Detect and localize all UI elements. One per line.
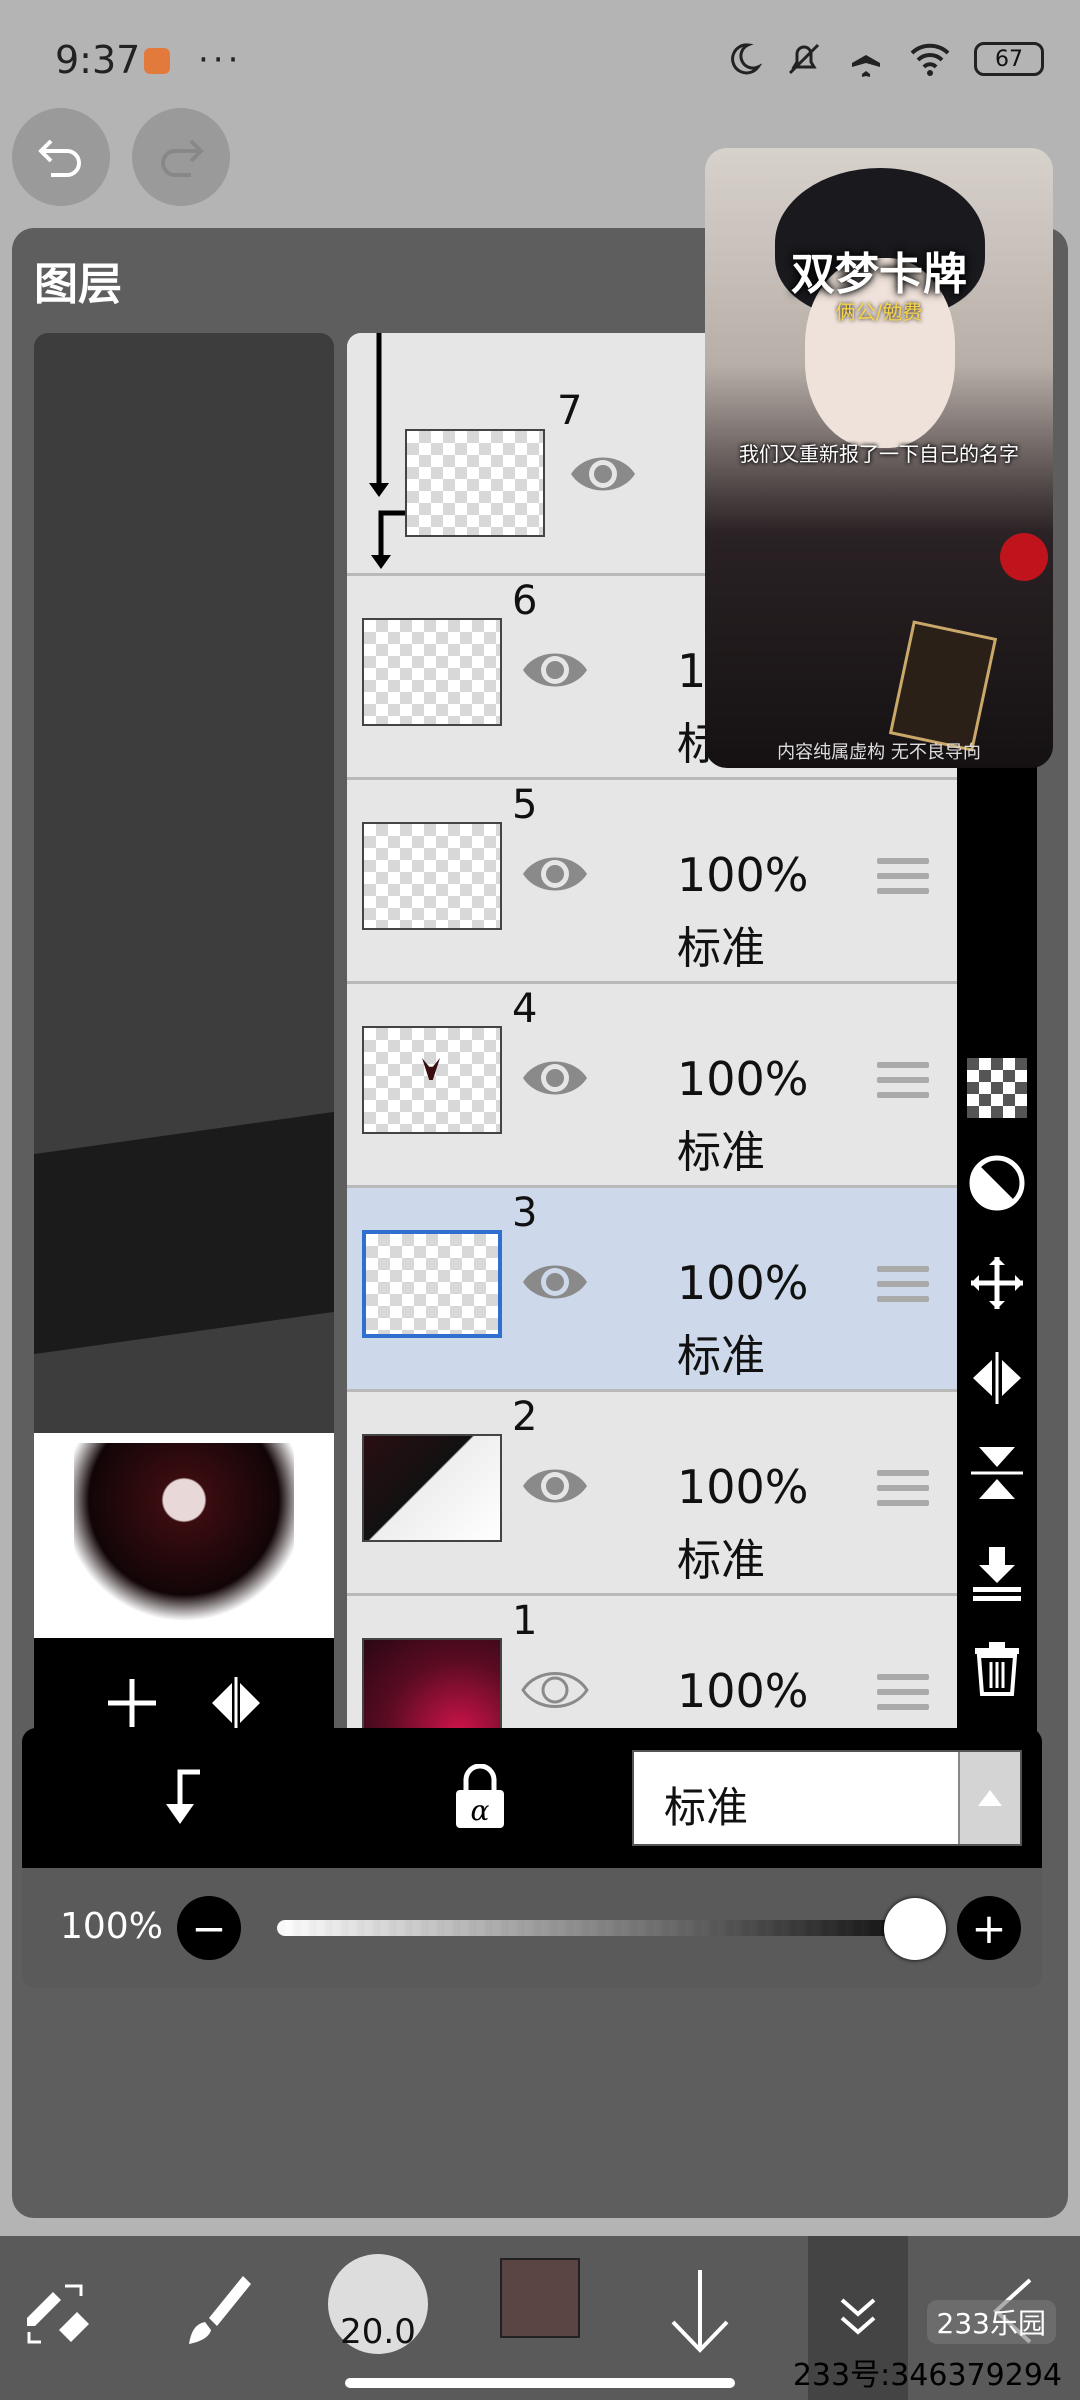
layer-opacity: 100% xyxy=(677,848,809,902)
double-chevron-down-icon xyxy=(840,2298,876,2335)
visibility-eye-icon[interactable] xyxy=(567,438,639,510)
flip-horizontal-icon[interactable] xyxy=(967,1348,1027,1408)
layer-row[interactable]: 5 100% 标准 xyxy=(347,780,957,984)
pen-eraser-switch-icon[interactable] xyxy=(5,2256,115,2366)
checker-icon[interactable] xyxy=(967,1058,1027,1118)
layer-number: 6 xyxy=(512,578,538,624)
layer-thumbnail xyxy=(362,618,502,726)
mute-bell-icon xyxy=(788,43,820,75)
drag-handle-icon[interactable] xyxy=(877,1470,929,1514)
layer-number: 1 xyxy=(512,1598,538,1644)
layer-thumbnail xyxy=(362,1230,502,1338)
status-icons: 67 xyxy=(726,34,1044,84)
current-color-swatch[interactable] xyxy=(500,2258,580,2338)
visibility-eye-icon[interactable] xyxy=(519,1450,591,1522)
visibility-eye-icon[interactable] xyxy=(519,1042,591,1114)
visibility-eye-icon[interactable] xyxy=(519,634,591,706)
layer-opacity: 100% xyxy=(677,1460,809,1514)
layer-preview-column xyxy=(34,333,334,1938)
floating-ad-video[interactable]: 双梦卡牌 俩公/勉费 我们又重新报了一下自己的名字 内容纯属虚构 无不良导向 xyxy=(705,148,1053,768)
battery-indicator: 67 xyxy=(974,42,1044,76)
brush-size-value: 20.0 xyxy=(340,2312,416,2352)
visibility-eye-icon[interactable] xyxy=(519,1654,591,1726)
drag-handle-icon[interactable] xyxy=(877,1674,929,1718)
status-bar: 9:37 ··· 67 xyxy=(0,0,1080,120)
layer-thumbnail xyxy=(405,429,545,537)
flip-layer-horizontal-icon[interactable] xyxy=(206,1673,266,1733)
layer-thumbnail xyxy=(362,822,502,930)
svg-text:α: α xyxy=(471,1794,490,1827)
ad-caption: 我们又重新报了一下自己的名字 xyxy=(739,442,1019,466)
wifi-icon xyxy=(910,43,950,76)
layer-number: 5 xyxy=(512,782,538,828)
moon-icon xyxy=(731,43,762,75)
ad-title: 双梦卡牌 xyxy=(791,249,967,300)
visibility-eye-icon[interactable] xyxy=(519,838,591,910)
merge-down-icon[interactable] xyxy=(967,1543,1027,1603)
brush-icon[interactable] xyxy=(165,2256,275,2366)
layer-row[interactable]: 4 100% 标准 xyxy=(347,984,957,1188)
layer-thumbnail xyxy=(362,1026,502,1134)
blend-mode-select[interactable]: 标准 xyxy=(632,1750,1022,1846)
layer-row-selected[interactable]: 3 100% 标准 xyxy=(347,1188,957,1392)
move-icon[interactable] xyxy=(967,1253,1027,1313)
add-layer-icon[interactable] xyxy=(102,1673,162,1733)
visibility-eye-icon[interactable] xyxy=(519,1246,591,1318)
arrow-down-icon[interactable] xyxy=(645,2256,755,2366)
half-circle-icon[interactable] xyxy=(967,1153,1027,1213)
dropdown-arrow-icon xyxy=(958,1752,1020,1844)
layer-number: 2 xyxy=(512,1394,538,1440)
layer-opacity: 100% xyxy=(677,1664,809,1718)
opacity-label: 100% xyxy=(60,1906,163,1947)
layer-opacity: 100% xyxy=(677,1256,809,1310)
drag-handle-icon[interactable] xyxy=(877,1266,929,1310)
clipping-icon[interactable] xyxy=(152,1766,212,1830)
opacity-increase-button[interactable]: + xyxy=(957,1896,1021,1960)
layer-number: 4 xyxy=(512,986,538,1032)
status-time: 9:37 xyxy=(55,38,141,82)
undo-icon xyxy=(38,139,81,177)
ad-card xyxy=(888,620,998,752)
layer-number: 7 xyxy=(557,388,583,434)
watermark-logo: 233乐园 xyxy=(926,2300,1056,2344)
ad-subtitle: 俩公/勉费 xyxy=(835,300,923,324)
layer-blend-mode: 标准 xyxy=(677,1331,765,1382)
alpha-lock-icon[interactable]: α xyxy=(450,1764,510,1830)
canvas-shadow-shape xyxy=(34,1111,334,1355)
airplane-icon xyxy=(852,43,880,77)
layer-number: 3 xyxy=(512,1190,538,1236)
redo-button[interactable] xyxy=(132,108,230,206)
home-indicator[interactable] xyxy=(345,2378,735,2388)
drag-handle-icon[interactable] xyxy=(877,858,929,902)
panel-title: 图层 xyxy=(34,259,122,310)
opacity-decrease-button[interactable]: − xyxy=(177,1896,241,1960)
blend-mode-value: 标准 xyxy=(664,1783,749,1832)
layer-blend-mode: 标准 xyxy=(677,1535,765,1586)
layer-thumbnail xyxy=(362,1434,502,1542)
layer-blend-mode: 标准 xyxy=(677,1127,765,1178)
blend-mode-bar: α 标准 xyxy=(22,1728,1042,1868)
character-preview xyxy=(74,1443,294,1633)
opacity-slider-track[interactable] xyxy=(277,1920,922,1936)
status-more: ··· xyxy=(198,40,243,80)
undo-button[interactable] xyxy=(12,108,110,206)
ad-rose xyxy=(1000,533,1048,581)
ad-footer: 内容纯属虚构 无不良导向 xyxy=(777,742,981,763)
drag-handle-icon[interactable] xyxy=(877,1062,929,1106)
opacity-bar: 100% − + xyxy=(22,1868,1042,1988)
brush-size-button[interactable]: 20.0 xyxy=(328,2254,428,2354)
layer-row[interactable]: 2 100% 标准 xyxy=(347,1392,957,1596)
layer-opacity: 100% xyxy=(677,1052,809,1106)
watermark-text: 233号:346379294 xyxy=(792,2358,1062,2393)
trash-icon[interactable] xyxy=(967,1638,1027,1698)
layer-preview-image xyxy=(34,1433,334,1638)
opacity-slider-knob[interactable] xyxy=(884,1898,946,1960)
notification-app-icon xyxy=(144,48,170,74)
redo-icon xyxy=(161,139,204,177)
layer-blend-mode: 标准 xyxy=(677,923,765,974)
clipping-arrow-icon xyxy=(369,333,409,569)
flip-vertical-icon[interactable] xyxy=(967,1443,1027,1503)
